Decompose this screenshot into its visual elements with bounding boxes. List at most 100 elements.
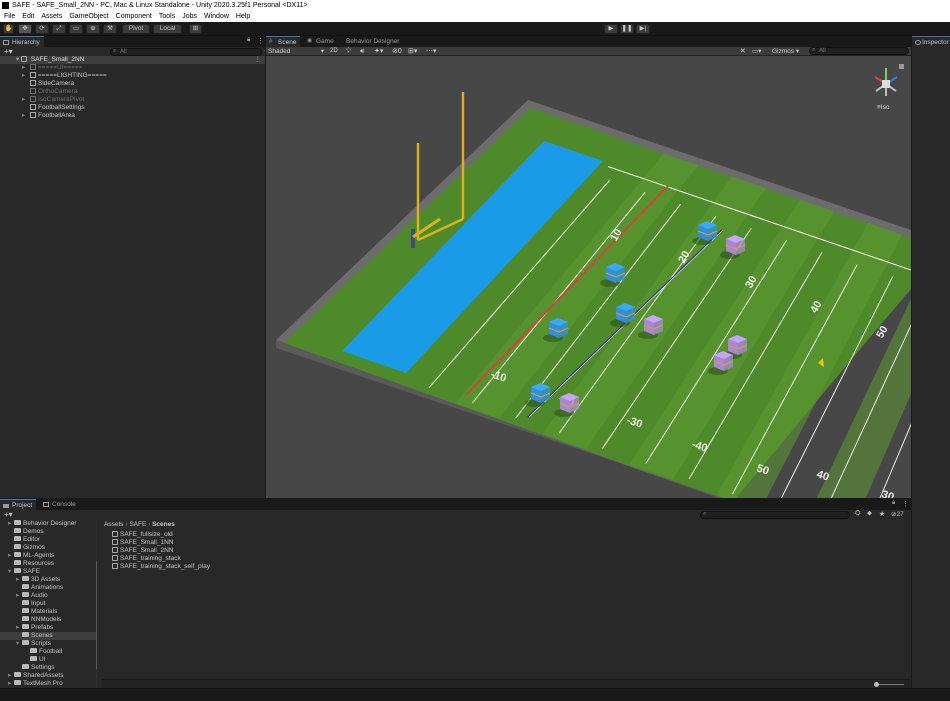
project-tree-label: Editor — [23, 536, 40, 543]
hierarchy-item[interactable]: ▸ FootballArea — [22, 112, 75, 120]
project-tree-item[interactable]: ▸ SharedAssets — [0, 672, 96, 680]
hierarchy-item[interactable]: ▸ =====LIGHTING===== — [22, 72, 107, 80]
project-tree-item[interactable]: ▸ Behavior Designer — [0, 520, 96, 528]
tab-hierarchy[interactable]: Hierarchy — [0, 36, 44, 47]
lighting-toggle-icon[interactable]: 💡︎ — [346, 47, 351, 56]
grid-toggle-icon[interactable]: ⊞▾ — [408, 47, 417, 56]
hierarchy-item[interactable]: SideCamera — [22, 80, 74, 88]
project-tree-item[interactable]: Editor — [0, 536, 96, 544]
menu-tools[interactable]: Tools — [159, 13, 175, 20]
snap-icon[interactable]: ⊞ — [189, 24, 202, 34]
project-lock-icon[interactable]: 🔒︎ — [892, 500, 895, 507]
project-tree-item[interactable]: Scenes — [0, 632, 96, 640]
list-icon — [3, 40, 9, 45]
shading-mode-dropdown[interactable]: Shaded ▾ — [268, 47, 326, 56]
project-tree-item[interactable]: ▸ 3D Assets — [0, 576, 96, 584]
menu-file[interactable]: File — [4, 13, 15, 20]
project-tree-item[interactable]: UI — [0, 656, 96, 664]
project-tree-item[interactable]: ▸ Prefabs — [0, 624, 96, 632]
scene-root-row[interactable]: ▾ SAFE_Small_2NN ⋮ — [0, 56, 265, 64]
local-toggle[interactable]: Local — [153, 24, 182, 34]
project-tree-item[interactable]: ▾ SAFE — [0, 568, 96, 576]
hidden-packages-count[interactable]: ⊘27 — [891, 510, 904, 518]
scene-search-input[interactable]: All — [809, 47, 909, 55]
snap-settings-icon[interactable]: ⋯▾ — [426, 47, 437, 56]
scene-file[interactable]: SAFE_Small_2NN — [112, 547, 173, 555]
project-tree-item[interactable]: Football — [0, 648, 96, 656]
scene-file[interactable]: SAFE_Small_1NN — [112, 539, 173, 547]
favorite-star-icon[interactable]: ★ — [879, 510, 885, 518]
scene-file[interactable]: SAFE_fullsize_old — [112, 531, 173, 539]
hierarchy-item[interactable]: FootballSettings — [22, 104, 85, 112]
hand-tool-icon[interactable]: ✋ — [3, 24, 14, 34]
hidden-objects-icon[interactable]: ⊘0 — [392, 47, 402, 56]
project-tree-item[interactable]: Demos — [0, 528, 96, 536]
panel-menu-icon[interactable]: ⋮ — [257, 37, 264, 45]
tab-console[interactable]: Console — [40, 499, 80, 510]
step-icon[interactable]: ▶| — [636, 24, 650, 34]
rotate-tool-icon[interactable]: ⟳ — [35, 24, 49, 34]
scale-tool-icon[interactable]: ⤢ — [52, 24, 66, 34]
hierarchy-item[interactable]: ▸ IsoCameraPivot — [22, 96, 84, 104]
chevron-down-icon: ▾ — [320, 48, 324, 55]
icon-size-slider-thumb[interactable] — [874, 682, 879, 687]
rect-tool-icon[interactable]: ▭ — [69, 24, 83, 34]
scene-file[interactable]: SAFE_training_stack_self_play — [112, 563, 210, 571]
projection-label[interactable]: ≡Iso — [877, 104, 889, 111]
transform-tool-icon[interactable]: ⊕ — [86, 24, 100, 34]
project-tree-item[interactable]: Settings — [0, 664, 96, 672]
menu-gameobject[interactable]: GameObject — [69, 13, 108, 20]
project-tree-item[interactable]: ▸ Audio — [0, 592, 96, 600]
breadcrumb-safe[interactable]: SAFE — [129, 521, 146, 528]
breadcrumb-scenes[interactable]: Scenes — [152, 521, 175, 528]
scene-file[interactable]: SAFE_training_stack — [112, 555, 181, 563]
project-tree-item[interactable]: Input — [0, 600, 96, 608]
hierarchy-item[interactable]: ▸ =====UI===== — [22, 64, 82, 72]
lock-icon[interactable]: 🔒︎ — [247, 37, 250, 44]
project-tree-item[interactable]: ▸ ML-Agents — [0, 552, 96, 560]
filter-by-label-icon[interactable]: ⬥ — [867, 510, 872, 518]
tab-project[interactable]: Project — [0, 499, 37, 510]
audio-toggle-icon[interactable]: 🔊︎ — [360, 47, 364, 56]
custom-tool-icon[interactable]: ⚒ — [103, 24, 117, 34]
project-tab-label: Project — [12, 502, 33, 509]
project-tree-item[interactable]: ▾ Scripts — [0, 640, 96, 648]
scene-menu-icon[interactable]: ⋮ — [255, 56, 262, 64]
tools-icon[interactable]: ✕ — [740, 47, 746, 56]
play-icon[interactable]: ▶ — [604, 24, 618, 34]
project-tree-item[interactable]: ▸ TextMesh Pro — [0, 680, 96, 688]
hierarchy-item[interactable]: OrthoCamera — [22, 88, 77, 96]
filter-by-type-icon[interactable]: ⛭ — [855, 510, 861, 518]
breadcrumb-assets[interactable]: Assets — [104, 521, 124, 528]
project-tree-item[interactable]: Resources — [0, 560, 96, 568]
menu-help[interactable]: Help — [236, 13, 250, 20]
pause-icon[interactable]: ❚❚ — [620, 24, 634, 34]
project-tree-item[interactable]: Animations — [0, 584, 96, 592]
scene-viewport[interactable]: 1020304050-10-20-30-40504030 — [266, 57, 911, 498]
tab-behavior-designer[interactable]: Behavior Designer — [338, 36, 403, 47]
menu-jobs[interactable]: Jobs — [182, 13, 197, 20]
tab-inspector[interactable]: Inspector — [912, 36, 950, 47]
tab-scene[interactable]: # Scene — [266, 36, 301, 47]
project-tree-item[interactable]: Gizmos — [0, 544, 96, 552]
project-search-input[interactable] — [700, 511, 850, 519]
project-tree-item[interactable]: NNModels — [0, 616, 96, 624]
menu-edit[interactable]: Edit — [22, 13, 34, 20]
menu-assets[interactable]: Assets — [41, 13, 62, 20]
2d-toggle[interactable]: 2D — [330, 47, 338, 56]
scene-tab-icon: # — [269, 39, 273, 45]
project-menu-icon[interactable]: ⋮ — [902, 500, 909, 508]
project-tree-item[interactable]: Materials — [0, 608, 96, 616]
pivot-toggle[interactable]: Pivot — [122, 24, 150, 34]
project-create-icon[interactable]: +▾ — [4, 510, 13, 519]
effects-toggle-icon[interactable]: ✦▾ — [374, 47, 383, 56]
tree-scrollbar-thumb[interactable] — [96, 560, 97, 670]
menu-window[interactable]: Window — [204, 13, 229, 20]
create-add-icon[interactable]: +▾ — [4, 47, 13, 56]
hierarchy-search-input[interactable]: All — [110, 48, 262, 56]
menu-component[interactable]: Component — [116, 13, 152, 20]
move-tool-icon[interactable]: ✥ — [18, 24, 32, 34]
camera-settings-icon[interactable]: ▭▾ — [752, 47, 761, 56]
gizmos-dropdown[interactable]: Gizmos ▾ — [772, 47, 799, 56]
tab-game[interactable]: ◉ Game — [304, 36, 338, 47]
